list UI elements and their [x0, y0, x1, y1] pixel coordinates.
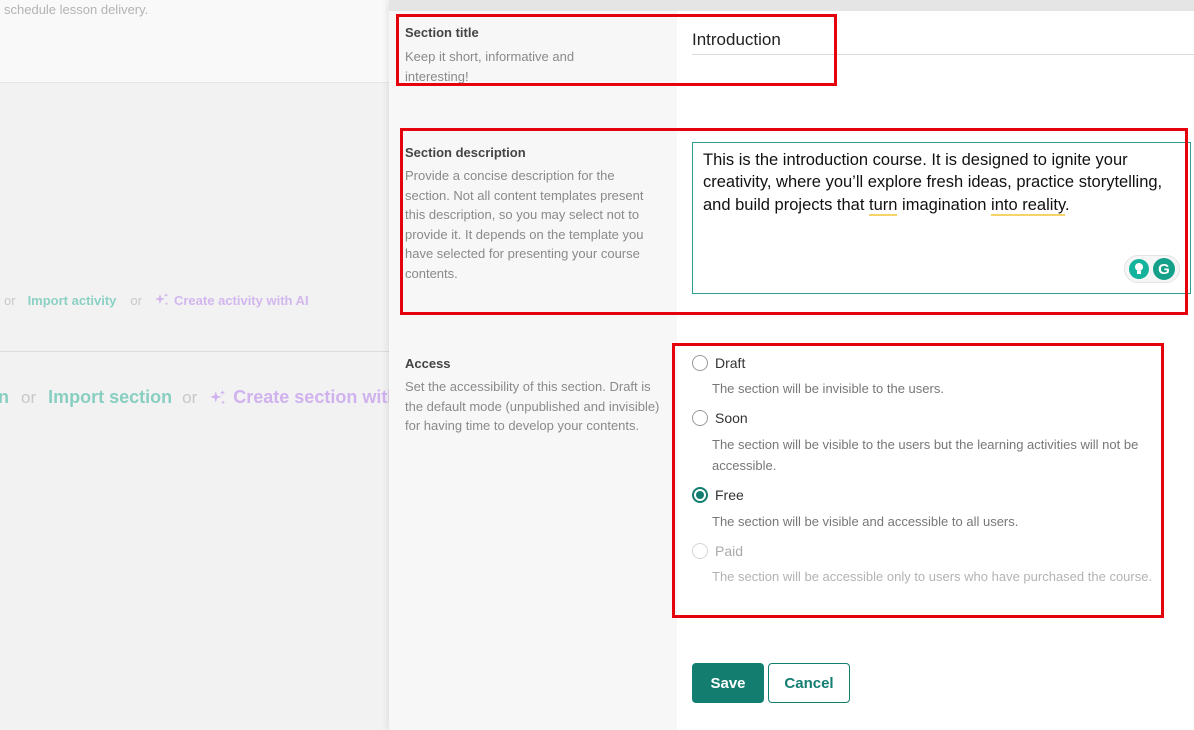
activity-actions-row: or Import activity or Create activity wi… — [0, 292, 309, 308]
create-section-ai-link[interactable]: Create section with — [209, 387, 389, 408]
background-top-text: schedule lesson delivery. — [4, 2, 149, 17]
or-separator: or — [182, 387, 198, 407]
section-actions-row: n or Import section or Create section wi… — [0, 387, 389, 408]
create-activity-ai-label: Create activity with AI — [173, 292, 309, 308]
access-help: Set the accessibility of this section. D… — [405, 379, 660, 434]
add-section-link-partial[interactable]: n — [0, 387, 9, 408]
access-label: Access — [405, 356, 451, 371]
sparkles-icon — [154, 293, 169, 306]
save-button[interactable]: Save — [692, 663, 764, 703]
create-section-ai-label: Create section with — [233, 387, 389, 407]
or-separator: or — [4, 292, 16, 308]
panel-top-bar — [389, 0, 1194, 11]
import-section-link[interactable]: Import section — [48, 387, 172, 408]
annotation-box-description — [400, 128, 1188, 315]
annotation-box-title — [396, 14, 837, 86]
background-page: schedule lesson delivery. or Import acti… — [0, 0, 389, 730]
or-separator: or — [21, 387, 37, 407]
sparkles-icon — [210, 389, 226, 404]
divider — [0, 351, 389, 352]
create-activity-ai-link[interactable]: Create activity with AI — [154, 292, 309, 308]
import-activity-link[interactable]: Import activity — [28, 293, 117, 308]
annotation-box-access — [672, 343, 1164, 618]
background-header: schedule lesson delivery. — [0, 0, 389, 83]
or-separator: or — [130, 292, 142, 308]
cancel-button[interactable]: Cancel — [768, 663, 850, 703]
